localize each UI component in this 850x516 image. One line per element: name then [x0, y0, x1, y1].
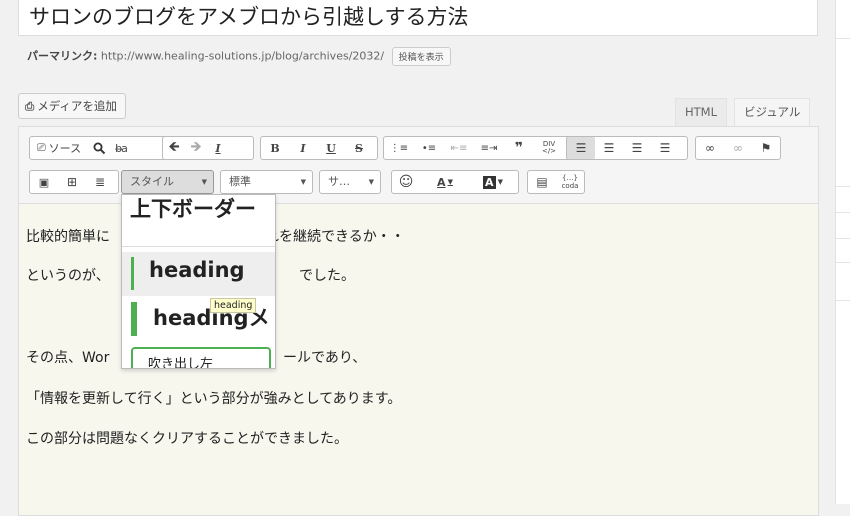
strikethrough-icon[interactable]: S: [345, 137, 373, 159]
post-title-input[interactable]: サロンのブログをアメブロから引越しする方法: [18, 0, 818, 36]
unlink-icon[interactable]: ∞: [724, 137, 752, 159]
toolbar-group-link: ∞ ∞ ⚑: [695, 136, 781, 160]
add-media-label: メディアを追加: [37, 99, 117, 113]
paragraph: れを継続できるか・・: [265, 229, 405, 245]
toolbar-group-lists: ⋮≡ •≡ ⇤≡ ≡⇥ ❞ DIV </>: [383, 136, 577, 160]
add-media-button[interactable]: ⎙ メディアを追加: [18, 93, 126, 119]
side-panel: [835, 0, 850, 504]
source-icon: ⎚: [36, 141, 46, 154]
emoji-icon[interactable]: ☺: [392, 171, 420, 193]
toolbar-group-text: B I U S: [260, 136, 378, 160]
redo-icon[interactable]: 🡺: [185, 137, 207, 159]
font-select-value: サ…: [328, 175, 350, 188]
side-panel-divider: [836, 262, 850, 263]
image-icon[interactable]: ▣: [30, 171, 58, 193]
style-select-value: スタイル: [130, 175, 174, 188]
view-post-button[interactable]: 投稿を表示: [391, 47, 451, 66]
style-option-heading[interactable]: heading: [122, 252, 275, 296]
align-center-icon[interactable]: ☰: [595, 137, 623, 159]
format-select[interactable]: 標準 ▼: [220, 170, 313, 194]
format-select-value: 標準: [229, 175, 251, 188]
style-select[interactable]: スタイル ▼: [121, 170, 214, 194]
tab-html[interactable]: HTML: [675, 98, 728, 126]
side-panel-divider: [836, 38, 850, 39]
blockquote-icon[interactable]: ❞: [504, 137, 534, 159]
align-justify-icon[interactable]: ☰: [651, 137, 679, 159]
style-option-balloon-left[interactable]: 吹き出し左: [122, 343, 275, 369]
align-left-icon[interactable]: ☰: [567, 137, 595, 159]
style-tooltip: heading: [210, 298, 257, 313]
bullet-list-icon[interactable]: •≡: [414, 137, 444, 159]
chevron-down-icon: ▼: [368, 178, 374, 186]
side-panel-divider: [836, 300, 850, 301]
chevron-down-icon: ▼: [201, 178, 207, 186]
heading-accent-bar: [131, 302, 137, 336]
style-option-label: 吹き出し左: [148, 357, 214, 369]
toolbar-group-colors: ☺ A ▼ A ▼: [391, 170, 519, 194]
bold-icon[interactable]: B: [261, 137, 289, 159]
tab-visual[interactable]: ビジュアル: [734, 98, 811, 126]
coda-icon[interactable]: {…} coda: [556, 171, 584, 193]
style-option-border[interactable]: 上下ボーダー: [122, 195, 275, 247]
permalink-row: パーマリンク: http://www.healing-solutions.jp/…: [27, 47, 451, 66]
media-icon: ⎙: [25, 99, 35, 113]
numbered-list-icon[interactable]: ⋮≡: [384, 137, 414, 159]
div-icon[interactable]: DIV </>: [534, 137, 564, 159]
source-button[interactable]: ⎚ ソース: [30, 137, 88, 159]
side-panel-divider: [836, 186, 850, 187]
text-color-icon[interactable]: A ▼: [420, 171, 470, 193]
paragraph: 「情報を更新して行く」という部分が強みとしてあります。: [26, 391, 402, 407]
search-icon[interactable]: [88, 137, 110, 159]
flag-icon[interactable]: ⚑: [752, 137, 780, 159]
chevron-down-icon: ▼: [300, 178, 306, 186]
background-color-icon[interactable]: A ▼: [470, 171, 516, 193]
style-option-label: 上下ボーダー: [130, 197, 256, 221]
paragraph: 比較的簡単に: [26, 229, 110, 245]
toolbar-group-source: ⎚ ソース b̶a: [29, 136, 175, 160]
editor-toolbar: ⎚ ソース b̶a 🡸 🡺 I B I U S ⋮≡ •≡ ⇤≡ ≡⇥ ❞ DI…: [19, 127, 818, 204]
style-option-label: heading: [149, 258, 245, 282]
underline-icon[interactable]: U: [317, 137, 345, 159]
font-select[interactable]: サ… ▼: [319, 170, 381, 194]
link-icon[interactable]: ∞: [696, 137, 724, 159]
code-block-icon[interactable]: ▤: [528, 171, 556, 193]
more-tag-icon[interactable]: ≣: [86, 171, 114, 193]
paragraph: というのが、: [26, 268, 110, 284]
style-dropdown-menu: 上下ボーダー heading headingメ 吹き出し左: [121, 194, 276, 369]
undo-icon[interactable]: 🡸: [163, 137, 185, 159]
indent-icon[interactable]: ≡⇥: [474, 137, 504, 159]
italic-icon[interactable]: I: [289, 137, 317, 159]
toolbar-group-align: ☰ ☰ ☰ ☰: [566, 136, 688, 160]
clear-format-icon[interactable]: I: [207, 137, 229, 159]
toolbar-group-misc: ▤ {…} coda: [527, 170, 585, 194]
paragraph: その点、Wor: [26, 350, 110, 366]
toolbar-group-media: ▣ ⊞ ≣: [29, 170, 119, 194]
replace-icon[interactable]: b̶a: [110, 137, 132, 159]
heading-accent-bar: [131, 257, 134, 290]
paragraph: でした。: [299, 268, 355, 284]
toolbar-group-history: 🡸 🡺 I: [162, 136, 254, 160]
permalink-label: パーマリンク:: [27, 49, 98, 63]
outdent-icon[interactable]: ⇤≡: [444, 137, 474, 159]
side-panel-divider: [836, 238, 850, 239]
paragraph: この部分は問題なくクリアすることができました。: [26, 431, 348, 447]
align-right-icon[interactable]: ☰: [623, 137, 651, 159]
source-label: ソース: [48, 142, 82, 155]
table-icon[interactable]: ⊞: [58, 171, 86, 193]
permalink-url[interactable]: http://www.healing-solutions.jp/blog/arc…: [101, 50, 384, 63]
side-panel-divider: [836, 212, 850, 213]
paragraph: ールであり、: [283, 350, 367, 366]
